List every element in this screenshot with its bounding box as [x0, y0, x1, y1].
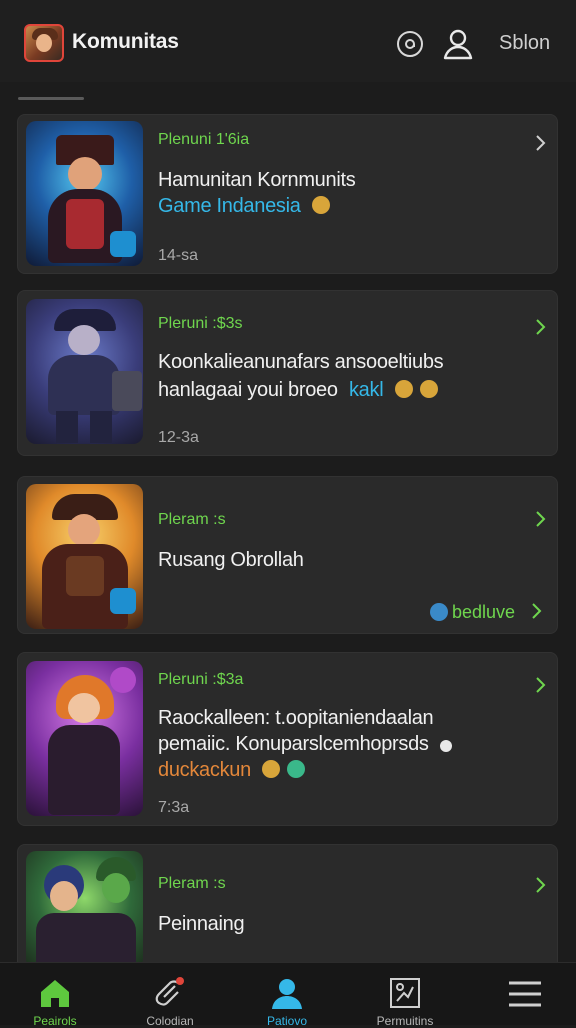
chevron-right-icon[interactable] [534, 675, 548, 695]
app-header: Komunitas Sblon [0, 0, 576, 82]
pin-icon [152, 975, 188, 1011]
post-title-line: Rusang Obrollah [158, 549, 304, 571]
chevron-right-icon[interactable] [534, 133, 548, 153]
post-thumbnail [26, 121, 143, 266]
post-time: 14-sa [158, 247, 199, 264]
post-meta: Pleram :s [158, 511, 226, 528]
post-card[interactable]: Pleram :s Rusang Obrollah bedluve [17, 476, 558, 634]
emoji-icon [394, 380, 413, 398]
post-thumbnail [26, 851, 143, 969]
notification-icon[interactable] [390, 24, 430, 64]
post-time: 12-3a [158, 429, 199, 446]
post-card[interactable]: Plenuni 1'6ia Hamunitan Kornmunits Game … [17, 114, 558, 274]
post-thumbnail [26, 661, 143, 816]
post-card[interactable]: Pleram :s Peinnaing [17, 844, 558, 974]
post-title-text: pemaiic. Konuparslcemhoprsds [158, 733, 429, 755]
page-title: Komunitas [72, 30, 179, 53]
home-icon [37, 975, 73, 1011]
chevron-right-icon[interactable] [534, 317, 548, 337]
post-title-line: hanlagaai youi broeo kakl [158, 379, 438, 402]
post-title-accent: kakl [348, 379, 384, 401]
nav-label: Peairols [33, 1014, 77, 1028]
menu-icon [507, 977, 543, 1013]
tag-link[interactable]: bedluve [452, 602, 515, 623]
post-title-line: Peinnaing [158, 913, 245, 935]
nav-item-menu[interactable] [470, 963, 576, 1025]
post-meta: Pleruni :$3a [158, 671, 244, 688]
emoji-icon [262, 760, 281, 778]
nav-label: Patiovo [266, 1014, 308, 1028]
post-title-accent: duckackun [158, 759, 251, 781]
post-title-line: Hamunitan Kornmunits [158, 169, 356, 191]
avatar-icon[interactable] [24, 24, 64, 62]
post-title-line: duckackun [158, 759, 306, 782]
tab-indicator [18, 97, 84, 100]
post-title-line: Game Indanesia [158, 195, 330, 218]
chevron-right-icon[interactable] [534, 509, 548, 529]
post-meta: Plenuni 1'6ia [158, 131, 250, 148]
post-time: 7:3a [158, 799, 190, 816]
post-title-line: pemaiic. Konuparslcemhoprsds [158, 733, 452, 756]
emoji-icon [439, 740, 452, 752]
post-title-accent: Game Indanesia [158, 195, 301, 217]
profile-icon[interactable] [438, 24, 478, 64]
emoji-icon [419, 380, 438, 398]
post-meta: Pleram :s [158, 875, 226, 892]
nav-item-profile[interactable]: Patiovo [232, 963, 342, 1028]
chevron-right-icon[interactable] [534, 875, 548, 895]
post-card[interactable]: Pleruni :$3s Koonkalieanunafars ansooelt… [17, 290, 558, 456]
bottom-navigation: Peairols Colodian Patiovo Permuitins [0, 962, 576, 1028]
chevron-right-icon[interactable] [530, 601, 544, 621]
post-title-line: Koonkalieanunafars ansooeltiubs [158, 351, 444, 373]
post-title-text: hanlagaai youi broeo [158, 379, 338, 401]
post-card[interactable]: Pleruni :$3a Raockalleen: t.oopitanienda… [17, 652, 558, 826]
header-action-button[interactable]: Sblon [499, 32, 550, 55]
user-icon [269, 975, 305, 1011]
emoji-icon [287, 760, 306, 778]
post-thumbnail [26, 299, 143, 444]
emoji-icon [311, 196, 330, 214]
nav-item-home[interactable]: Peairols [0, 963, 110, 1028]
globe-icon [430, 603, 448, 621]
nav-label: Permuitins [376, 1014, 434, 1028]
post-thumbnail [26, 484, 143, 629]
puzzle-icon [387, 975, 423, 1011]
nav-item-permissions[interactable]: Permuitins [350, 963, 460, 1028]
post-title-line: Raockalleen: t.oopitaniendaalan [158, 707, 434, 729]
nav-label: Colodian [146, 1014, 194, 1028]
nav-item-collection[interactable]: Colodian [115, 963, 225, 1028]
post-meta: Pleruni :$3s [158, 315, 243, 332]
